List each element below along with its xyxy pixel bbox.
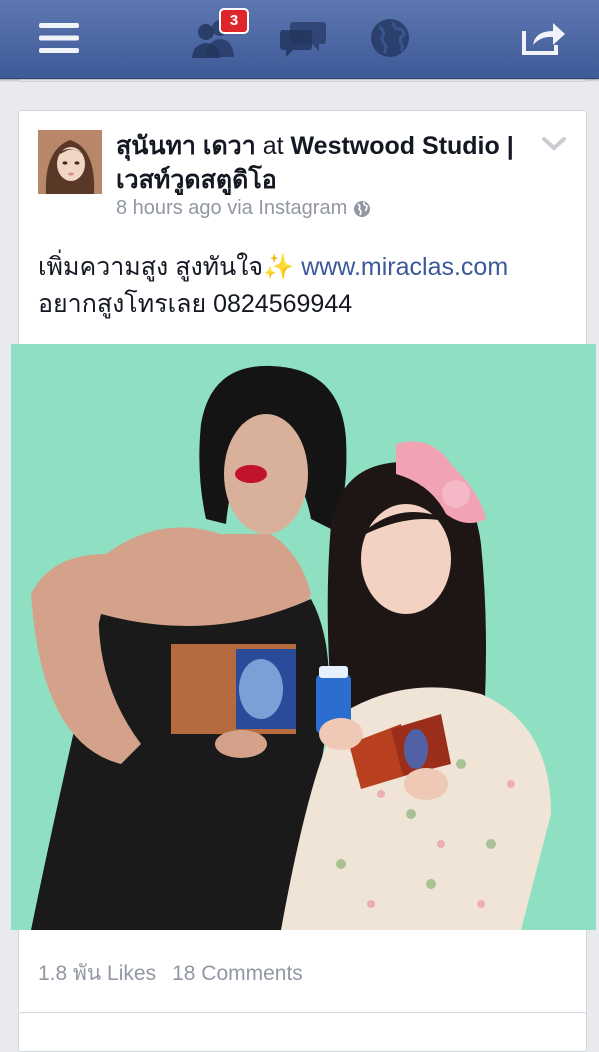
website-link[interactable]: www.miraclas.com	[301, 253, 508, 281]
post-header: สุนันทา เดวา at Westwood Studio | เวสท์ว…	[116, 129, 516, 197]
sparkle-emoji: ✨	[263, 253, 295, 281]
post-body: เพิ่มความสูง สูงทันใจ✨ www.miraclas.com …	[38, 249, 568, 323]
author-name[interactable]: สุนันทา เดวา	[116, 132, 256, 160]
post-stats: 1.8 พัน Likes 18 Comments	[38, 957, 303, 990]
post-text-segment: เพิ่มความสูง สูงทันใจ	[38, 253, 264, 281]
globe-privacy-icon	[354, 200, 371, 217]
post-text-line-1: เพิ่มความสูง สูงทันใจ✨ www.miraclas.com	[38, 249, 568, 286]
top-navigation-bar: 3	[0, 0, 599, 79]
post-meta: 8 hours ago via Instagram	[116, 197, 371, 220]
friend-requests-button[interactable]: 3	[187, 8, 249, 66]
location-connector: at	[262, 132, 284, 160]
share-icon[interactable]	[516, 10, 572, 66]
post-photo[interactable]	[11, 344, 596, 930]
post-timestamp[interactable]: 8 hours ago via Instagram	[116, 197, 347, 220]
menu-icon[interactable]	[31, 10, 87, 66]
comments-count[interactable]: 18 Comments	[172, 962, 303, 985]
post-text-line-2: อยากสูงโทรเลย 0824569944	[38, 290, 353, 318]
author-avatar[interactable]	[38, 130, 102, 194]
likes-count[interactable]: 1.8 พัน Likes	[38, 962, 156, 985]
notification-badge: 3	[219, 8, 249, 34]
messages-icon[interactable]	[275, 10, 331, 66]
chevron-down-icon[interactable]	[542, 137, 566, 156]
globe-icon[interactable]	[362, 10, 418, 66]
next-card-edge	[18, 1012, 587, 1052]
post-card: สุนันทา เดวา at Westwood Studio | เวสท์ว…	[11, 110, 596, 1040]
